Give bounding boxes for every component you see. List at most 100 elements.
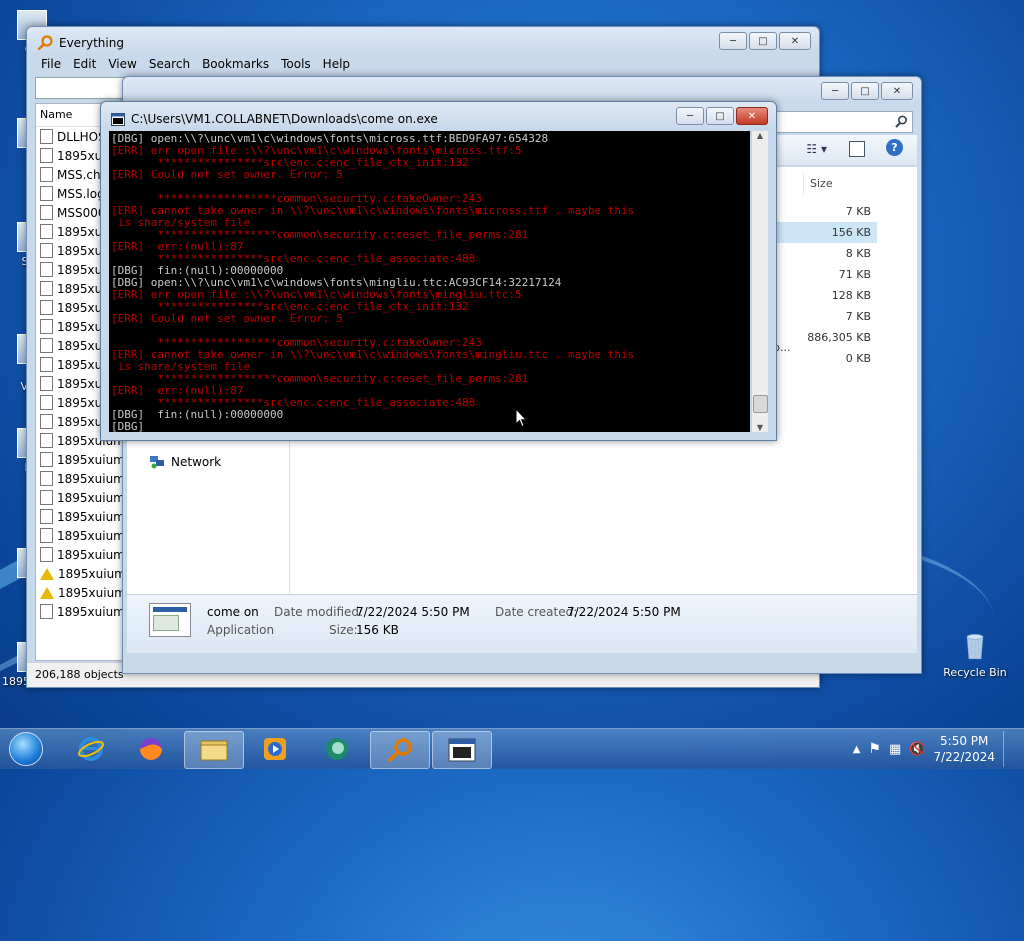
console-error-line: ******************common\security.c:rese…	[111, 229, 529, 241]
list-item[interactable]: 1895xuiumv-	[36, 545, 136, 564]
list-item[interactable]: 1895xuiumv-	[36, 469, 136, 488]
clock[interactable]: 5:50 PM 7/22/2024	[933, 733, 995, 765]
taskbar-console[interactable]	[432, 731, 492, 769]
clock-time: 5:50 PM	[940, 734, 989, 748]
console-icon	[111, 112, 125, 126]
taskbar-firefox[interactable]	[122, 731, 180, 767]
close-button[interactable]: ✕	[736, 107, 768, 125]
list-item[interactable]: 1895xuiumv-	[36, 488, 136, 507]
file-icon	[40, 490, 53, 505]
network-icon	[150, 456, 164, 469]
scroll-up-icon[interactable]: ▲	[752, 131, 768, 140]
close-button[interactable]: ✕	[779, 32, 811, 50]
view-options-icon[interactable]: ☷ ▾	[806, 142, 827, 156]
file-size-cell[interactable]: 8 KB	[767, 243, 877, 264]
search-input[interactable]	[761, 111, 913, 133]
file-icon	[40, 433, 53, 448]
column-header-size[interactable]: Size	[803, 173, 890, 195]
recycle-bin[interactable]: Recycle Bin	[942, 632, 1008, 679]
menu-item-file[interactable]: File	[35, 57, 67, 75]
volume-muted-icon[interactable]: 🔇	[909, 742, 925, 757]
taskbar-everything[interactable]	[370, 731, 430, 769]
minimize-button[interactable]: ─	[821, 82, 849, 100]
file-size-cell[interactable]: 7 KB	[767, 201, 877, 222]
console-debug-line: [DBG] fin:(null):00000000	[111, 409, 284, 421]
taskbar-browser[interactable]	[308, 731, 366, 767]
detail-file-name: come on	[207, 605, 259, 619]
file-icon	[40, 604, 53, 619]
console-error-line: [ERR] cannot take owner in \\?\unc\vm1\c…	[111, 205, 635, 217]
help-icon[interactable]: ?	[886, 139, 903, 156]
recycle-bin-label: Recycle Bin	[943, 666, 1007, 679]
console-error-line: [ERR] Could not set owner. Error: 5	[111, 313, 343, 325]
console-debug-line: [DBG] fin:(null):00000000	[111, 265, 284, 277]
list-item[interactable]: 1895xuiumv-	[36, 564, 136, 583]
show-hidden-icons-icon[interactable]: ▲	[853, 744, 861, 755]
menu-item-view[interactable]: View	[102, 57, 142, 75]
show-desktop-button[interactable]	[1003, 731, 1016, 767]
network-tray-icon[interactable]: ▦	[889, 742, 901, 757]
list-item[interactable]: 1895xuiumv-	[36, 507, 136, 526]
list-item[interactable]: 1895xuiumv-	[36, 450, 136, 469]
taskbar-file-explorer[interactable]	[184, 731, 244, 769]
console-error-line: is share/system file	[111, 217, 251, 229]
menu-item-tools[interactable]: Tools	[275, 57, 317, 75]
list-item[interactable]: 1895xuiumv-	[36, 602, 136, 621]
date-modified-value: 7/22/2024 5:50 PM	[356, 605, 470, 619]
recycle-bin-icon	[966, 634, 984, 660]
window-controls: ─ □ ✕	[719, 32, 811, 50]
folder-icon	[200, 740, 228, 761]
start-button[interactable]	[4, 729, 48, 769]
date-created-label: Date created:	[495, 605, 578, 619]
file-size-cell[interactable]: 128 KB	[767, 285, 877, 306]
console-error-line: is share/system file	[111, 361, 251, 373]
vertical-scrollbar[interactable]: ▲ ▼	[751, 131, 768, 432]
console-error-line: ****************src\enc.c:enc_file_ctx_i…	[111, 301, 469, 313]
minimize-button[interactable]: ─	[676, 107, 704, 125]
console-debug-line: [DBG] open:\\?\unc\vm1\c\windows\fonts\m…	[111, 277, 562, 289]
taskbar-internet-explorer[interactable]	[62, 731, 120, 767]
mouse-cursor-icon	[515, 408, 527, 428]
nav-item-network[interactable]: Network	[149, 455, 221, 469]
file-size-cell[interactable]: 71 KB	[767, 264, 877, 285]
file-icon	[40, 243, 53, 258]
window-controls: ─ □ ✕	[821, 82, 913, 100]
search-icon	[895, 115, 908, 128]
preview-pane-icon[interactable]	[849, 141, 865, 157]
file-icon	[40, 281, 53, 296]
console-window[interactable]: C:\Users\VM1.COLLABNET\Downloads\come on…	[100, 101, 777, 441]
menu-item-search[interactable]: Search	[143, 57, 196, 75]
console-error-line: ****************src\enc.c:enc_file_assoc…	[111, 397, 476, 409]
clock-date: 7/22/2024	[933, 750, 995, 764]
maximize-button[interactable]: □	[749, 32, 777, 50]
console-error-line	[111, 325, 748, 337]
file-icon	[40, 148, 53, 163]
console-error-line: [ERR] cannot take owner in \\?\unc\vm1\c…	[111, 349, 635, 361]
console-debug-line: [DBG]	[111, 421, 145, 432]
console-error-line: ******************common\security.c:rese…	[111, 373, 529, 385]
windows-logo-icon	[9, 732, 43, 766]
list-item[interactable]: 1895xuiumv-	[36, 526, 136, 545]
magnifier-icon	[387, 738, 412, 763]
minimize-button[interactable]: ─	[719, 32, 747, 50]
file-size-cell[interactable]: 156 KB	[767, 222, 877, 243]
file-icon	[40, 224, 53, 239]
close-button[interactable]: ✕	[881, 82, 913, 100]
size-label: Size:	[329, 623, 358, 637]
console-output[interactable]: [DBG] open:\\?\unc\vm1\c\windows\fonts\m…	[109, 131, 750, 432]
action-center-flag-icon[interactable]: ⚑	[868, 741, 881, 757]
list-item[interactable]: 1895xuiumv-	[36, 583, 136, 602]
maximize-button[interactable]: □	[706, 107, 734, 125]
scroll-down-icon[interactable]: ▼	[752, 423, 768, 432]
file-size-cell[interactable]: 7 KB	[767, 306, 877, 327]
menu-item-bookmarks[interactable]: Bookmarks	[196, 57, 275, 75]
menu-item-edit[interactable]: Edit	[67, 57, 102, 75]
taskbar-media-player[interactable]	[246, 731, 304, 767]
file-icon	[40, 509, 53, 524]
maximize-button[interactable]: □	[851, 82, 879, 100]
warning-file-icon	[40, 567, 54, 580]
menu-item-help[interactable]: Help	[317, 57, 356, 75]
file-icon	[40, 414, 53, 429]
file-icon	[40, 547, 53, 562]
scroll-thumb[interactable]	[753, 395, 768, 413]
